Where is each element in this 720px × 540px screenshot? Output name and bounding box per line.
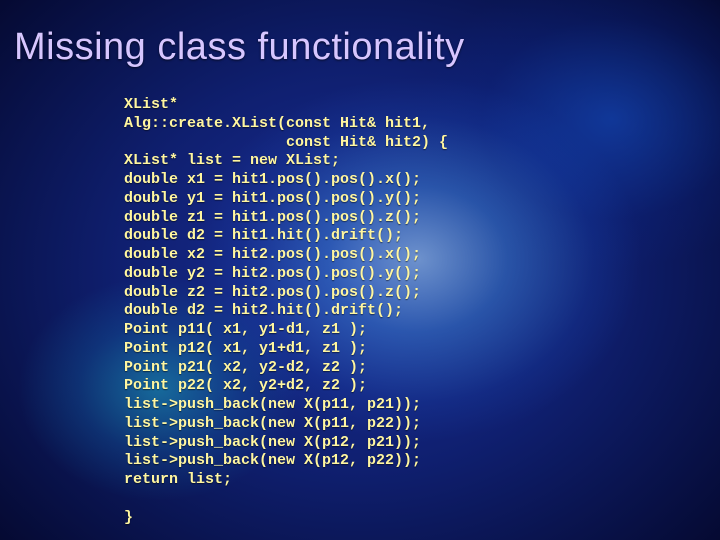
code-block: XList* Alg::create.XList(const Hit& hit1…	[124, 96, 448, 527]
slide-title: Missing class functionality	[14, 26, 465, 69]
slide: Missing class functionality XList* Alg::…	[0, 0, 720, 540]
